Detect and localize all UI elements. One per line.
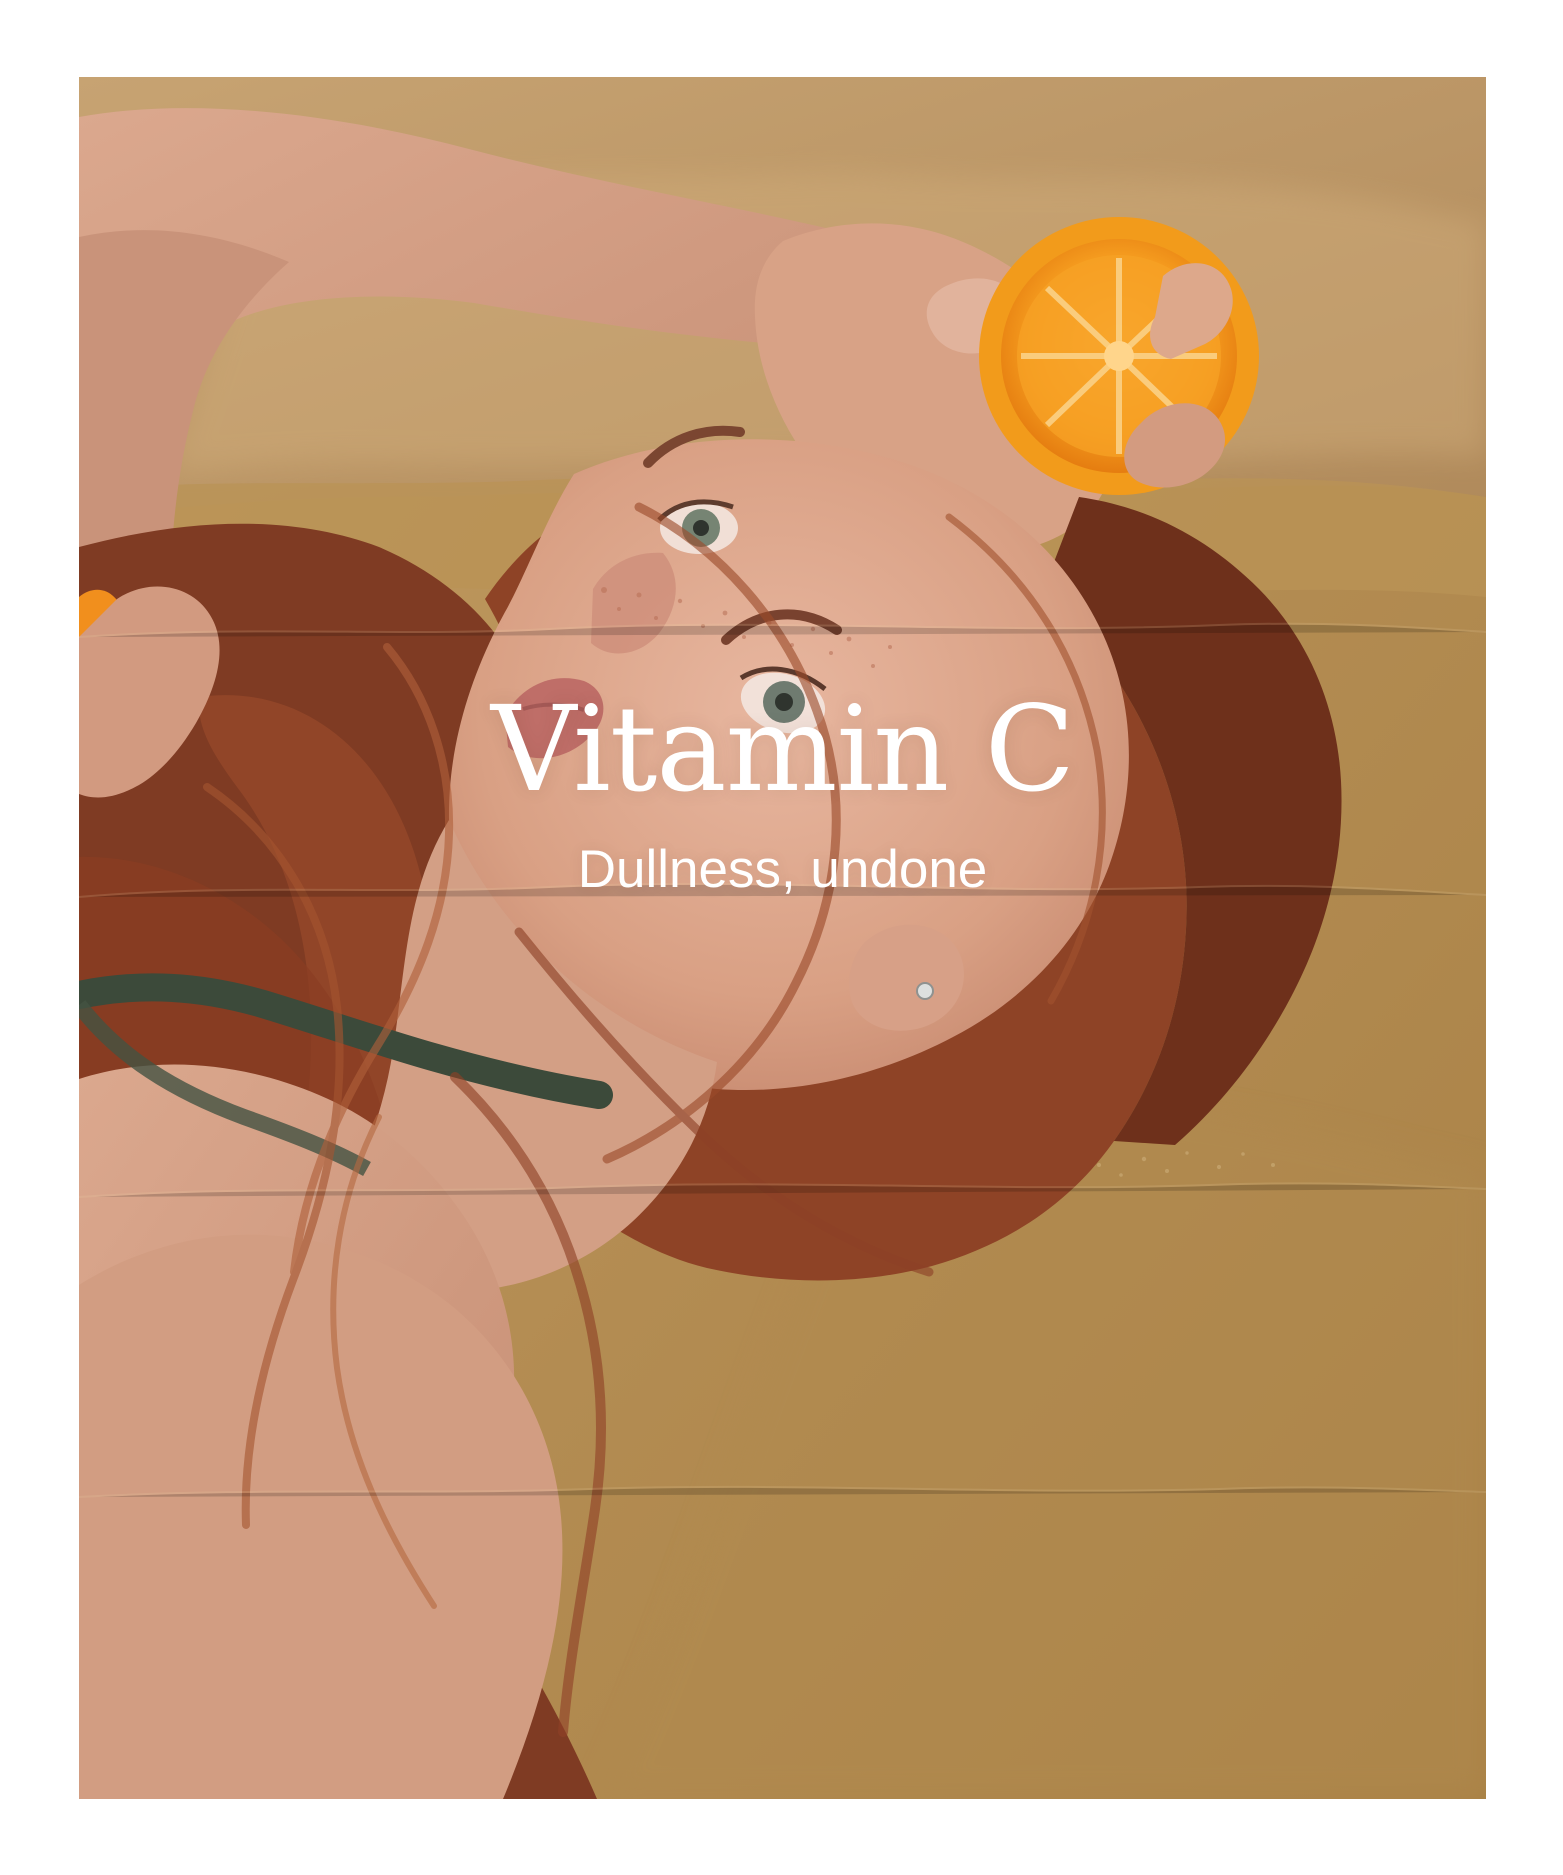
page: Vitamin C Dullness, undone	[0, 0, 1563, 1875]
woman-with-orange-photo	[79, 77, 1486, 1799]
hero-photo: Vitamin C Dullness, undone	[79, 77, 1486, 1799]
